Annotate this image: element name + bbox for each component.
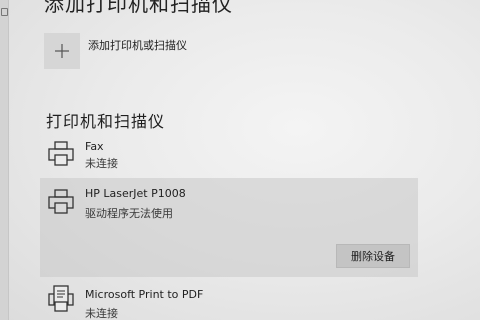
remove-device-button[interactable]: 删除设备: [336, 244, 410, 268]
printer-icon: [48, 189, 74, 214]
window-edge-icon: [1, 8, 8, 16]
add-printer-label[interactable]: 添加打印机或扫描仪: [88, 37, 187, 53]
settings-window: 添加打印机和扫描仪 添加打印机或扫描仪 打印机和扫描仪 Fax 未连接 HP L…: [0, 0, 480, 320]
device-status: 未连接: [85, 307, 118, 320]
device-item-print-to-pdf[interactable]: Microsoft Print to PDF 未连接: [40, 284, 418, 320]
section-title: 打印机和扫描仪: [46, 112, 166, 131]
left-edge-strip: [0, 0, 9, 320]
device-name: HP LaserJet P1008: [85, 187, 186, 200]
page-title: 添加打印机和扫描仪: [44, 0, 233, 16]
add-printer-row[interactable]: 添加打印机或扫描仪: [44, 33, 187, 69]
device-item-hp-laserjet[interactable]: HP LaserJet P1008 驱动程序无法使用 删除设备: [40, 178, 418, 277]
plus-icon: [55, 44, 69, 58]
device-status: 驱动程序无法使用: [85, 207, 173, 220]
device-item-fax[interactable]: Fax 未连接: [40, 138, 418, 174]
add-printer-button[interactable]: [44, 33, 80, 69]
device-name: Microsoft Print to PDF: [85, 288, 204, 301]
device-status: 未连接: [85, 157, 118, 170]
printer-icon: [48, 141, 74, 166]
pdf-printer-icon: [48, 285, 74, 312]
device-name: Fax: [85, 140, 104, 153]
